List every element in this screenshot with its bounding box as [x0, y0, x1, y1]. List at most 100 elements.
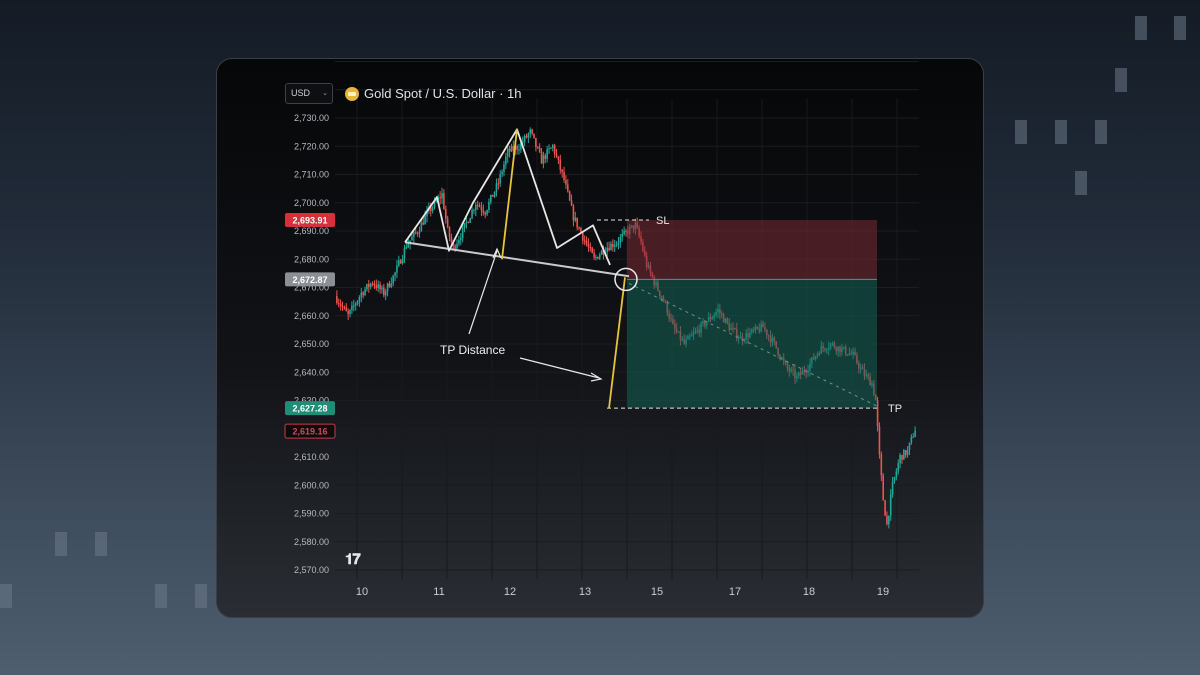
tp-distance-arrow-head: [468, 250, 498, 335]
y-tick-label: 2,650.00: [294, 339, 329, 349]
candle-body: [529, 129, 532, 134]
candle-body: [424, 216, 426, 225]
candle-body: [495, 183, 498, 192]
candle-body: [621, 233, 624, 238]
price-badge-label: 2,672.87: [292, 275, 327, 285]
candle-body: [895, 471, 898, 478]
symbol-title[interactable]: Gold Spot / U.S. Dollar · 1h: [345, 86, 522, 101]
candle-body: [493, 191, 496, 197]
candle-body: [548, 148, 550, 150]
candle-body: [441, 193, 443, 199]
candle-body: [578, 227, 580, 229]
candle-body: [416, 232, 419, 234]
candle-body: [379, 284, 381, 290]
candle-body: [396, 265, 398, 273]
candle-body: [619, 237, 622, 243]
candle-body: [384, 291, 387, 296]
sl-label: SL: [656, 215, 669, 227]
tp-label: TP: [888, 403, 902, 415]
candle-body: [388, 283, 391, 287]
candle-body: [414, 232, 417, 234]
candle-body: [568, 191, 571, 201]
decor-block: [1115, 68, 1127, 92]
candle-body: [889, 494, 892, 516]
candle-body: [899, 455, 901, 464]
candle-body: [381, 287, 383, 290]
currency-select[interactable]: USD ⌄: [285, 83, 333, 104]
candle-body: [557, 156, 560, 160]
decor-block: [195, 584, 207, 608]
candle-body: [465, 222, 468, 224]
candle-body: [383, 287, 385, 296]
candle-body: [351, 305, 353, 310]
candle-body: [491, 194, 494, 197]
candle-body: [343, 306, 346, 308]
candle-body: [398, 260, 400, 266]
candle-body: [475, 204, 477, 210]
tp-distance-arrow-projected: [519, 357, 600, 379]
candle-body: [411, 236, 413, 241]
candle-body: [420, 222, 423, 232]
decor-block: [1055, 120, 1067, 144]
candle-body: [506, 148, 509, 157]
candle-body: [439, 197, 441, 199]
candle-body: [886, 515, 888, 525]
candle-body: [458, 240, 460, 244]
y-tick-label: 2,570.00: [294, 565, 329, 575]
candle-body: [478, 205, 481, 208]
candle-body: [904, 450, 907, 456]
x-tick-label: 13: [579, 586, 591, 598]
price-badge-label: 2,693.91: [292, 215, 327, 225]
candle-body: [623, 230, 625, 234]
candle-body: [390, 283, 393, 287]
candle-body: [612, 243, 614, 247]
y-tick-label: 2,680.00: [294, 254, 329, 264]
currency-select-value: USD: [291, 88, 311, 98]
candle-body: [450, 237, 453, 243]
candle-body: [476, 204, 479, 206]
price-badge-label: 2,627.28: [292, 404, 327, 414]
candle-body: [572, 205, 575, 221]
candle-body: [901, 455, 903, 460]
candle-body: [467, 222, 470, 224]
price-chart[interactable]: 2,730.00 2,720.00 2,710.00 2,700.00 2,690.00…: [217, 59, 984, 618]
y-tick-label: 2,710.00: [294, 170, 329, 180]
candle-body: [360, 292, 363, 297]
candle-body: [914, 430, 916, 437]
candle-body: [583, 240, 586, 242]
candle-body: [431, 207, 434, 211]
candle-body: [516, 146, 518, 150]
candle-body: [446, 218, 449, 228]
candle-body: [906, 449, 909, 456]
candle-body: [405, 247, 408, 249]
candle-body: [480, 207, 483, 211]
candle-body: [349, 309, 351, 315]
decor-block: [0, 584, 12, 608]
candle-body: [399, 260, 402, 264]
candle-body: [908, 442, 911, 450]
candle-body: [501, 171, 503, 175]
candle-body: [613, 245, 616, 247]
candle-body: [448, 227, 451, 238]
candle-body: [888, 515, 890, 525]
candle-body: [486, 209, 488, 215]
x-tick-label: 10: [356, 586, 368, 598]
decor-block: [1015, 120, 1027, 144]
candle-body: [418, 231, 421, 234]
candle-body: [544, 155, 547, 159]
candle-body: [565, 180, 567, 185]
candle-body: [508, 148, 511, 152]
candle-body: [876, 400, 879, 427]
candle-body: [443, 193, 445, 210]
candle-body: [882, 475, 885, 501]
decor-block: [155, 584, 167, 608]
candle-body: [386, 283, 389, 292]
symbol-label: Gold Spot / U.S. Dollar · 1h: [364, 86, 522, 101]
candle-body: [336, 295, 338, 304]
decor-block: [1095, 120, 1107, 144]
candle-body: [352, 305, 355, 307]
candle-body: [600, 250, 603, 255]
candle-body: [542, 155, 545, 164]
candle-body: [606, 247, 609, 252]
candle-body: [598, 254, 601, 259]
